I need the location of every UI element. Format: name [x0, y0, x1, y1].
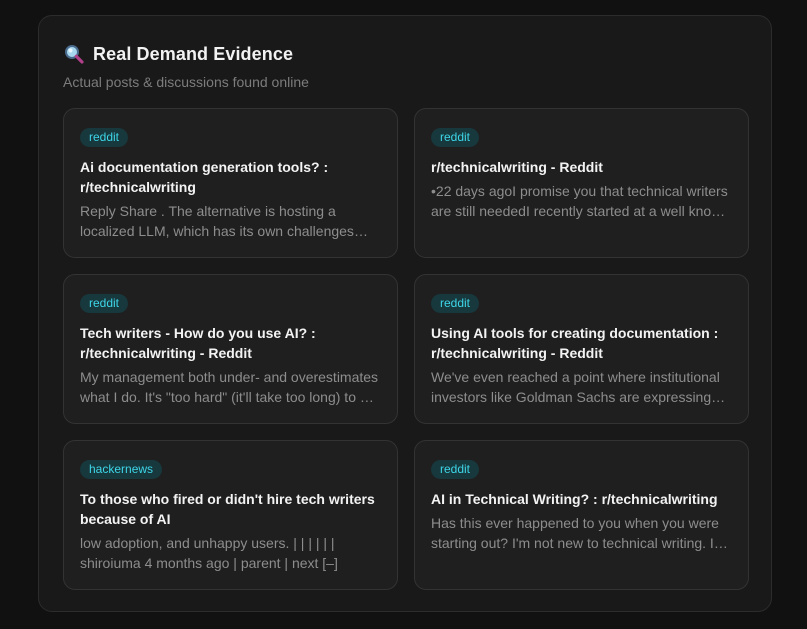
source-badge: reddit	[431, 128, 480, 147]
card-title: AI in Technical Writing? : r/technicalwr…	[431, 491, 718, 507]
section-title: Real Demand Evidence	[93, 43, 294, 64]
evidence-card[interactable]: reddit Using AI tools for creating docum…	[414, 274, 749, 424]
source-badge: reddit	[431, 460, 480, 479]
evidence-card[interactable]: reddit Ai documentation generation tools…	[63, 108, 398, 258]
card-snippet: My management both under- and overestima…	[80, 369, 379, 405]
evidence-card[interactable]: reddit AI in Technical Writing? : r/tech…	[414, 440, 749, 590]
demand-evidence-panel: Real Demand Evidence Actual posts & disc…	[38, 15, 772, 612]
card-title: To those who fired or didn't hire tech w…	[80, 491, 375, 527]
section-subtitle: Actual posts & discussions found online	[63, 74, 309, 90]
evidence-card[interactable]: reddit Tech writers - How do you use AI?…	[63, 274, 398, 424]
evidence-card[interactable]: hackernews To those who fired or didn't …	[63, 440, 398, 590]
card-title: Using AI tools for creating documentatio…	[431, 325, 719, 361]
card-title: Ai documentation generation tools? : r/t…	[80, 159, 329, 195]
section-header: Real Demand Evidence	[63, 43, 293, 65]
card-snippet: low adoption, and unhappy users. | | | |…	[80, 535, 338, 571]
evidence-card-grid: reddit Ai documentation generation tools…	[63, 108, 749, 590]
card-snippet: Reply Share . The alternative is hosting…	[80, 203, 354, 239]
source-badge: hackernews	[80, 460, 163, 479]
evidence-card[interactable]: reddit r/technicalwriting - Reddit •22 d…	[414, 108, 749, 258]
source-badge: reddit	[80, 294, 129, 313]
card-snippet: Has this ever happened to you when you w…	[431, 515, 719, 551]
card-title: r/technicalwriting - Reddit	[431, 159, 603, 175]
source-badge: reddit	[431, 294, 480, 313]
magnifying-glass-icon	[63, 43, 85, 65]
card-title: Tech writers - How do you use AI? : r/te…	[80, 325, 316, 361]
source-badge: reddit	[80, 128, 129, 147]
card-snippet: We've even reached a point where institu…	[431, 369, 720, 405]
card-snippet: •22 days agoI promise you that technical…	[431, 183, 730, 219]
